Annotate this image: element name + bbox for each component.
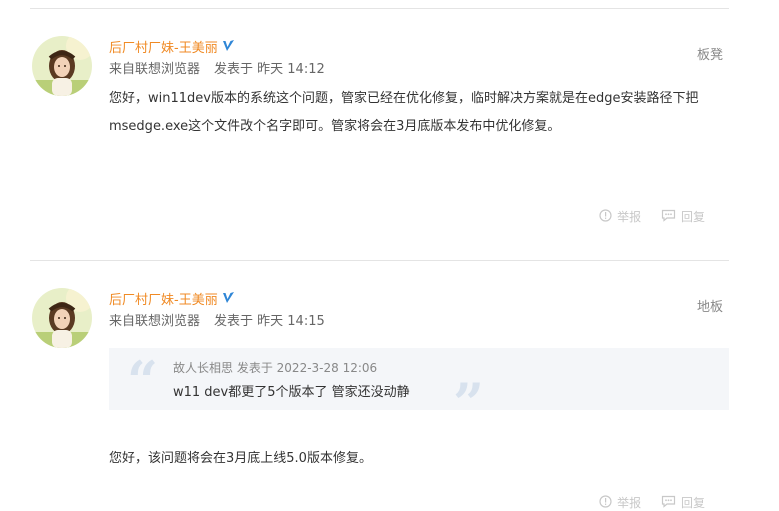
quote-text: w11 dev都更了5个版本了 管家还没动静 [173, 385, 410, 400]
reply-button[interactable]: 回复 [661, 494, 705, 511]
reply-icon [661, 209, 681, 225]
verified-v-icon [222, 291, 235, 309]
quote-block: “ 故人长相思 发表于 2022-3-28 12:06 w11 dev都更了5个… [109, 348, 729, 430]
report-button[interactable]: 举报 [599, 208, 641, 225]
post-time: 发表于 昨天 14:15 [214, 314, 325, 329]
post-reply-1: 后厂村厂妹-王美丽 来自联想浏览器 发表于 昨天 14:12 板凳 您好，win1… [30, 9, 729, 259]
quote-time: 发表于 2022-3-28 12:06 [236, 361, 378, 375]
report-icon [599, 494, 617, 511]
author-name[interactable]: 后厂村厂妹-王美丽 [109, 37, 235, 57]
close-quote-icon: ” [453, 371, 485, 435]
post-meta: 来自联想浏览器 发表于 昨天 14:15 [109, 310, 325, 329]
post-content: 您好，win11dev版本的系统这个问题，管家已经在优化修复，临时解决方案就是在… [109, 85, 734, 141]
report-label[interactable]: 举报 [617, 494, 641, 511]
verified-v-icon [222, 39, 235, 57]
report-icon [599, 208, 617, 225]
quote-header: 故人长相思 发表于 2022-3-28 12:06 [173, 359, 377, 376]
author-name-text[interactable]: 后厂村厂妹-王美丽 [109, 293, 218, 308]
post-actions: 举报 回复 [583, 494, 705, 511]
reply-button[interactable]: 回复 [661, 208, 705, 225]
author-name[interactable]: 后厂村厂妹-王美丽 [109, 289, 235, 309]
report-label[interactable]: 举报 [617, 208, 641, 225]
content-line: msedge.exe这个文件改个名字即可。管家将会在3月底版本发布中优化修复。 [109, 119, 561, 134]
floor-label[interactable]: 地板 [697, 296, 723, 315]
post-actions: 举报 回复 [583, 208, 705, 225]
reply-icon [661, 495, 681, 511]
floor-label[interactable]: 板凳 [697, 44, 723, 63]
content-line: 您好，该问题将会在3月底上线5.0版本修复。 [109, 451, 372, 466]
quote-author: 故人长相思 [173, 361, 234, 375]
post-source: 来自联想浏览器 [109, 314, 201, 329]
open-quote-icon: “ [127, 349, 159, 413]
post-content: 您好，该问题将会在3月底上线5.0版本修复。 [109, 445, 734, 473]
avatar[interactable] [32, 288, 92, 348]
post-meta: 来自联想浏览器 发表于 昨天 14:12 [109, 58, 325, 77]
post-time: 发表于 昨天 14:12 [214, 62, 325, 77]
avatar[interactable] [32, 36, 92, 96]
post-source: 来自联想浏览器 [109, 62, 201, 77]
author-name-text[interactable]: 后厂村厂妹-王美丽 [109, 41, 218, 56]
reply-label[interactable]: 回复 [681, 494, 705, 511]
content-line: 您好，win11dev版本的系统这个问题，管家已经在优化修复，临时解决方案就是在… [109, 91, 699, 106]
post-reply-2: 后厂村厂妹-王美丽 来自联想浏览器 发表于 昨天 14:15 地板 “ 故人长相思… [30, 261, 729, 510]
reply-label[interactable]: 回复 [681, 208, 705, 225]
report-button[interactable]: 举报 [599, 494, 641, 511]
